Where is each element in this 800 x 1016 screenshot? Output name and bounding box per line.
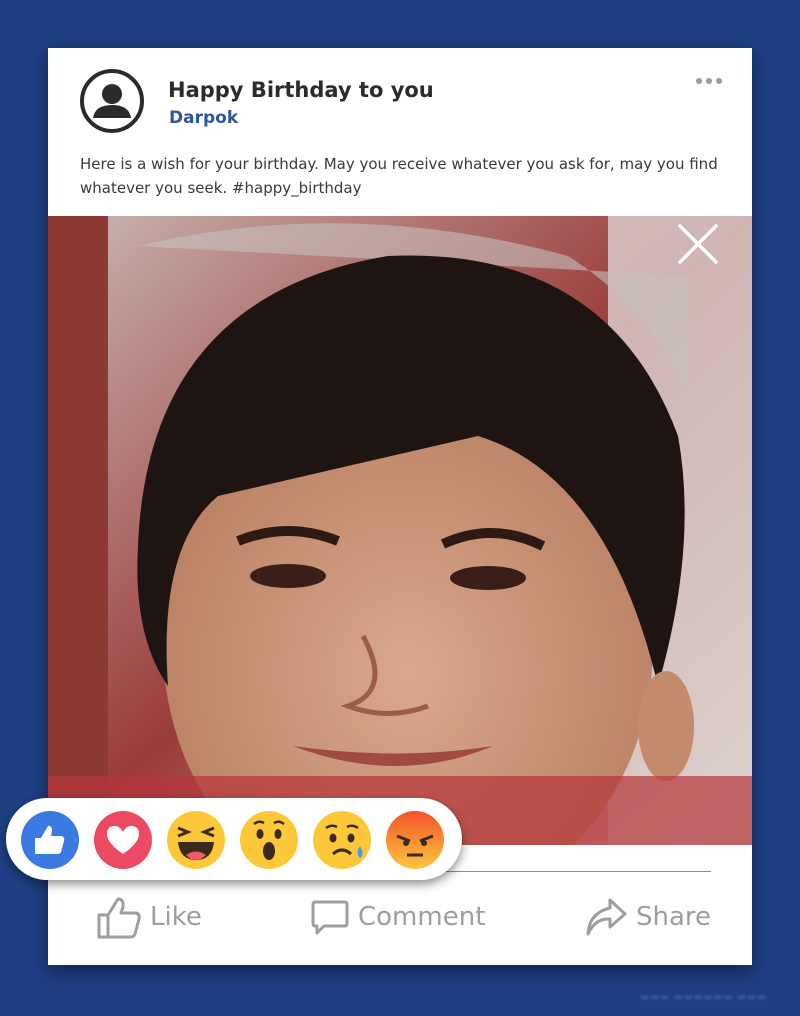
thumbs-up-icon [97,897,141,939]
author-name[interactable]: Darpok [169,108,238,128]
user-avatar-icon[interactable] [79,68,145,134]
haha-reaction-icon[interactable] [166,810,226,870]
like-label: Like [150,902,202,932]
sad-reaction-icon[interactable] [312,810,372,870]
like-reaction-icon[interactable] [20,810,80,870]
divider [428,871,711,872]
wow-reaction-icon[interactable] [239,810,299,870]
angry-reaction-icon[interactable] [385,810,445,870]
close-icon[interactable] [676,222,720,266]
comment-bubble-icon [311,900,349,935]
post-caption: Here is a wish for your birthday. May yo… [80,155,718,197]
more-options-icon[interactable] [696,76,726,86]
post-title: Happy Birthday to you [168,78,434,102]
love-reaction-icon[interactable] [93,810,153,870]
share-label: Share [636,902,712,932]
share-button[interactable]: Share [584,891,711,943]
post-photo[interactable] [48,216,752,845]
comment-button[interactable]: Comment [310,891,485,943]
share-arrow-icon [586,898,627,936]
comment-label: Comment [358,902,486,932]
like-button[interactable]: Like [96,891,202,943]
watermark: ▬▬▬ ▬▬▬▬▬▬ ▬▬▬ [640,992,767,1003]
reaction-bar [6,798,462,880]
